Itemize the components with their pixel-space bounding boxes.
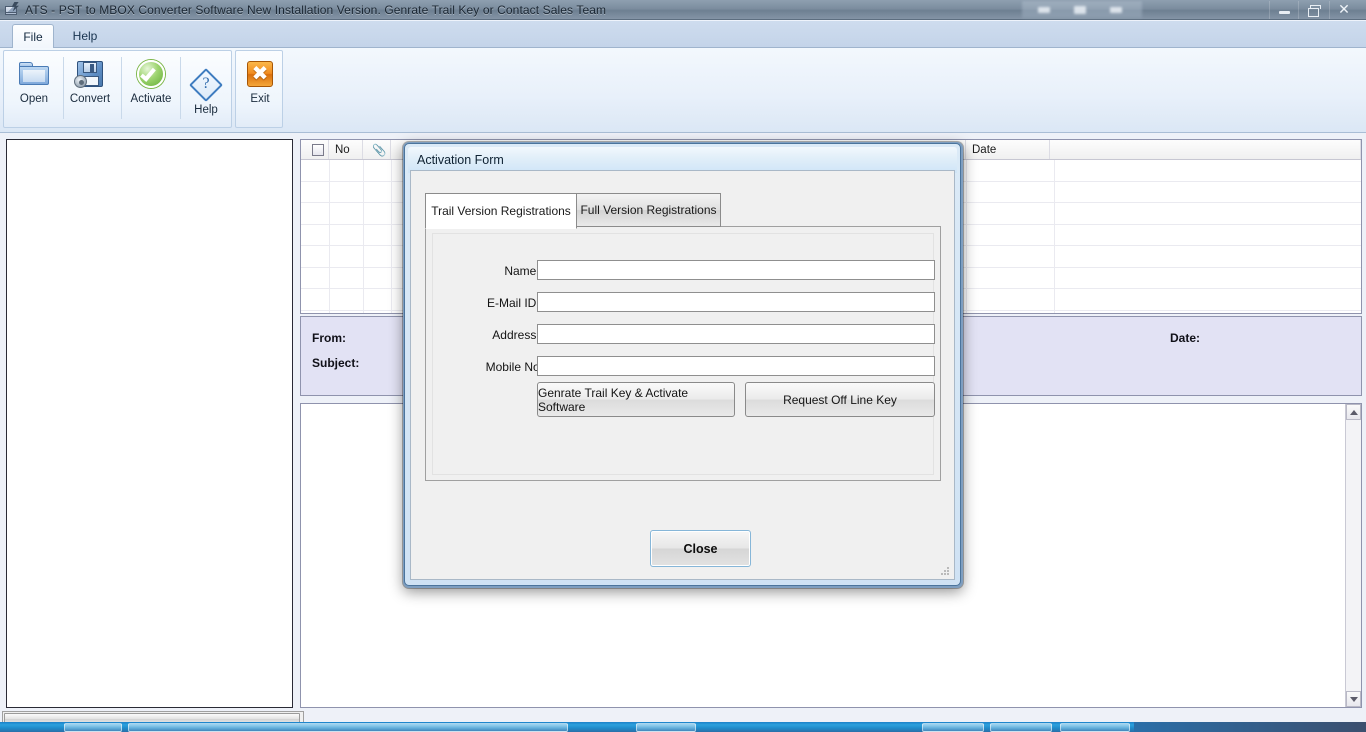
help-button[interactable]: ? Help [178,68,234,116]
activate-button-label: Activate [130,93,172,105]
form-row-name: Name : [433,260,935,286]
titlebar-overlay-controls [1022,1,1142,18]
form-row-address: Address : [433,324,935,350]
request-offline-key-button[interactable]: Request Off Line Key [745,382,935,417]
email-field[interactable] [537,292,935,312]
title-bar: ATS - PST to MBOX Converter Software New… [0,0,1366,20]
green-check-circle-icon [134,57,168,91]
toolbar-separator-2 [121,57,122,119]
tab-panel-trail-version: Name : E-Mail ID : Address : Mobile No: [425,226,941,481]
orange-x-icon: ✖ [243,57,277,91]
form-row-email: E-Mail ID : [433,292,935,318]
os-taskbar [0,722,1366,732]
taskbar-item[interactable] [128,723,568,732]
taskbar-item[interactable] [636,723,696,732]
preview-vertical-scrollbar[interactable] [1345,404,1361,707]
dialog-tab-strip: Trail Version Registrations Full Version… [425,193,941,229]
window-title: ATS - PST to MBOX Converter Software New… [25,2,607,17]
ribbon-toolbar: Open Convert Activate ? Help ✖ Exit [0,48,1366,133]
dialog-body: Trail Version Registrations Full Version… [410,170,955,580]
from-label: From: [312,331,346,345]
select-all-checkbox-cell[interactable] [301,140,329,159]
taskbar-item[interactable] [990,723,1052,732]
activation-form-dialog: Activation Form Trail Version Registrati… [404,143,961,586]
scroll-up-arrow-icon[interactable] [1346,404,1361,420]
taskbar-system-tray[interactable] [1134,722,1366,732]
open-button[interactable]: Open [6,57,62,105]
generate-trail-key-label: Genrate Trail Key & Activate Software [538,385,689,414]
taskbar-item[interactable] [922,723,984,732]
blue-diamond-question-icon: ? [189,68,223,102]
form-group-box: Name : E-Mail ID : Address : Mobile No: [432,233,935,475]
minimize-button[interactable] [1269,1,1298,19]
address-field[interactable] [537,324,935,344]
paperclip-icon: 📎 [372,144,387,157]
exit-button[interactable]: ✖ Exit [232,57,288,105]
help-button-label: Help [194,104,218,116]
form-row-mobile: Mobile No: [433,356,935,382]
taskbar-item[interactable] [1060,723,1130,732]
email-label: E-Mail ID : [486,296,543,310]
close-window-button[interactable]: ✕ [1329,1,1358,19]
checkbox-icon[interactable] [311,143,324,156]
open-button-label: Open [19,93,49,105]
ribbon-tab-help-label: Help [72,29,98,43]
close-dialog-label: Close [683,541,718,556]
taskbar-item[interactable] [64,723,122,732]
folder-tree-panel[interactable] [6,139,293,708]
ribbon-tab-bar: File Help [0,21,1366,48]
ribbon-tab-file-label: File [23,29,43,44]
date-label: Date: [1170,331,1201,345]
activate-button[interactable]: Activate [123,57,179,105]
floppy-gear-icon [73,57,107,91]
column-header-extra[interactable] [1050,140,1361,159]
tab-trail-version-label: Trail Version Registrations [431,204,571,218]
ribbon-tab-file[interactable]: File [12,24,54,48]
tab-trail-version-registrations[interactable]: Trail Version Registrations [425,193,577,229]
close-dialog-button[interactable]: Close [650,530,751,567]
column-header-date-label: Date [972,143,997,156]
mobile-label: Mobile No: [485,360,543,374]
convert-button[interactable]: Convert [62,57,118,105]
restore-button[interactable] [1298,1,1327,19]
exit-button-label: Exit [250,93,270,105]
request-offline-key-label: Request Off Line Key [783,392,897,407]
subject-label: Subject: [312,356,360,370]
column-header-no-label: No [335,143,350,156]
minimize-icon [1278,11,1290,14]
mobile-field[interactable] [537,356,935,376]
resize-grip-icon[interactable] [940,566,950,576]
ribbon-group-exit: ✖ Exit [235,50,283,128]
tab-full-version-label: Full Version Registrations [580,203,717,217]
address-label: Address : [492,328,543,342]
dialog-title: Activation Form [417,153,504,167]
ribbon-group-main: Open Convert Activate ? Help [3,50,232,128]
scroll-down-arrow-icon[interactable] [1346,691,1361,707]
convert-button-label: Convert [69,93,111,105]
tab-full-version-registrations[interactable]: Full Version Registrations [577,193,721,227]
app-envelope-icon [4,1,20,18]
column-header-no[interactable]: No [329,140,363,159]
name-field[interactable] [537,260,935,280]
folder-open-icon [17,57,51,91]
column-header-attachment[interactable]: 📎 [363,140,391,159]
close-icon: ✕ [1338,2,1350,18]
column-header-date[interactable]: Date [966,140,1050,159]
generate-trail-key-button[interactable]: Genrate Trail Key & Activate Software [537,382,735,417]
restore-icon [1307,5,1321,17]
ribbon-tab-help[interactable]: Help [62,24,108,48]
